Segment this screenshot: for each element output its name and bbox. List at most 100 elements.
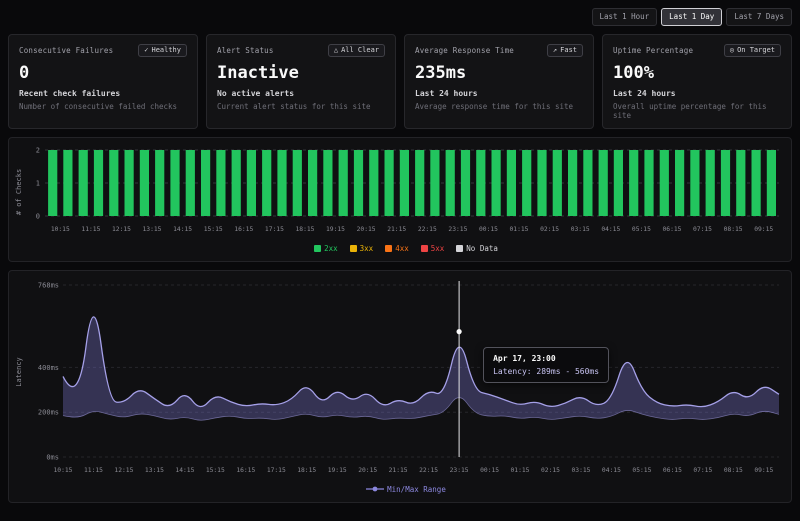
stat-card-title: Average Response Time [415,46,514,55]
legend-item-2xx[interactable]: 2xx [314,244,338,253]
svg-text:18:15: 18:15 [296,226,315,233]
svg-text:10:15: 10:15 [54,467,73,474]
svg-text:09:15: 09:15 [754,467,773,474]
minmax-line-icon [366,485,384,493]
svg-text:22:15: 22:15 [418,226,437,233]
on-target-icon: ◎ [730,47,734,54]
latency-chart-svg[interactable]: 0ms200ms400ms768ms10:1511:1512:1513:1514… [29,277,785,481]
svg-text:15:15: 15:15 [204,226,223,233]
svg-text:17:15: 17:15 [267,467,286,474]
stat-card-header: Uptime Percentage ◎On Target [613,44,781,57]
stat-card-subtitle: Recent check failures [19,89,187,98]
svg-text:05:15: 05:15 [632,467,651,474]
stats-row: Consecutive Failures✓Healthy 0 Recent chec… [8,34,792,129]
svg-text:1: 1 [36,179,40,187]
svg-text:01:15: 01:15 [511,467,530,474]
legend-item-5xx[interactable]: 5xx [421,244,445,253]
svg-text:21:15: 21:15 [387,226,406,233]
stat-card-average-response-time: Average Response Time ↗Fast 235ms Last 24 h… [404,34,594,129]
stat-card-title: Consecutive Failures [19,46,113,55]
svg-text:23:15: 23:15 [450,467,469,474]
stat-card-subtitle: Last 24 hours [415,89,583,98]
stat-card-header: Consecutive Failures✓Healthy [19,44,187,57]
svg-text:13:15: 13:15 [143,226,162,233]
legend-swatch-2xx [314,245,321,252]
stat-card-value: Inactive [217,65,385,82]
svg-text:23:15: 23:15 [448,226,467,233]
svg-text:00:15: 00:15 [479,226,498,233]
stat-card-description: Current alert status for this site [217,102,385,111]
svg-text:10:15: 10:15 [51,226,70,233]
range-button-last-7-days[interactable]: Last 7 Days [726,8,792,26]
stat-card-alert-status: Alert Status△All ClearInactiveNo active … [206,34,396,129]
latency-y-axis-label: Latency [15,357,23,387]
svg-text:16:15: 16:15 [234,226,253,233]
legend-swatch-no-data [456,245,463,252]
legend-item-3xx[interactable]: 3xx [350,244,374,253]
svg-text:14:15: 14:15 [175,467,194,474]
checks-legend: 2xx 3xx 4xx 5xx No Data [29,240,783,259]
fast-icon: ↗ [553,47,557,54]
svg-text:07:15: 07:15 [693,467,712,474]
monitoring-dashboard: Last 1 HourLast 1 DayLast 7 Days Consecu… [0,0,800,521]
latency-tooltip: Apr 17, 23:00 Latency: 289ms - 560ms [483,347,609,383]
legend-swatch-3xx [350,245,357,252]
svg-text:12:15: 12:15 [112,226,131,233]
svg-text:17:15: 17:15 [265,226,284,233]
svg-text:11:15: 11:15 [84,467,103,474]
svg-text:200ms: 200ms [38,408,59,416]
stat-card-header: Average Response Time ↗Fast [415,44,583,57]
svg-text:20:15: 20:15 [357,226,376,233]
svg-text:20:15: 20:15 [358,467,377,474]
tooltip-value: Latency: 289ms - 560ms [493,367,599,376]
stat-card-description: Average response time for this site [415,102,583,111]
time-range-toolbar: Last 1 HourLast 1 DayLast 7 Days [0,0,800,26]
svg-text:08:15: 08:15 [724,467,743,474]
legend-item-min-max-range[interactable]: Min/Max Range [366,485,446,494]
legend-item-no-data[interactable]: No Data [456,244,498,253]
svg-text:08:15: 08:15 [724,226,743,233]
svg-text:01:15: 01:15 [510,226,529,233]
range-button-last-1-hour[interactable]: Last 1 Hour [592,8,658,26]
svg-text:04:15: 04:15 [602,467,621,474]
svg-text:13:15: 13:15 [145,467,164,474]
status-badge-label: Healthy [151,47,181,54]
svg-text:15:15: 15:15 [206,467,225,474]
svg-text:04:15: 04:15 [601,226,620,233]
status-badge-label: All Clear [341,47,379,54]
hover-point-dot [457,329,462,334]
svg-text:21:15: 21:15 [389,467,408,474]
legend-label: 2xx [324,244,338,253]
stat-card-value: 235ms [415,65,583,82]
svg-text:11:15: 11:15 [81,226,100,233]
stat-card-title: Uptime Percentage [613,46,693,55]
svg-text:02:15: 02:15 [540,226,559,233]
stat-card-title: Alert Status [217,46,274,55]
checks-chart-svg[interactable]: 01210:1511:1512:1513:1514:1515:1516:1517… [29,144,785,240]
stat-card-consecutive-failures: Consecutive Failures✓Healthy 0 Recent chec… [8,34,198,129]
latency-legend: Min/Max Range [29,481,783,500]
svg-text:19:15: 19:15 [326,226,345,233]
legend-label: No Data [466,244,498,253]
svg-text:14:15: 14:15 [173,226,192,233]
status-badge-label: Fast [560,47,577,54]
legend-label: 3xx [360,244,374,253]
svg-text:400ms: 400ms [38,363,59,371]
legend-label: 5xx [431,244,445,253]
svg-text:12:15: 12:15 [114,467,133,474]
latency-chart-wrap: 0ms200ms400ms768ms10:1511:1512:1513:1514… [29,277,783,481]
stat-card-subtitle: Last 24 hours [613,89,781,98]
svg-text:06:15: 06:15 [663,226,682,233]
svg-text:05:15: 05:15 [632,226,651,233]
stat-card-uptime-percentage: Uptime Percentage ◎On Target 100% Last 24 h… [602,34,792,129]
svg-text:22:15: 22:15 [419,467,438,474]
range-button-last-1-day[interactable]: Last 1 Day [661,8,722,26]
svg-text:03:15: 03:15 [572,467,591,474]
stat-card-value: 0 [19,65,187,82]
stat-card-description: Overall uptime percentage for this site [613,102,781,120]
legend-swatch-5xx [421,245,428,252]
legend-item-4xx[interactable]: 4xx [385,244,409,253]
stat-card-value: 100% [613,65,781,82]
status-badge: ◎On Target [724,44,781,57]
svg-text:0ms: 0ms [46,453,59,461]
